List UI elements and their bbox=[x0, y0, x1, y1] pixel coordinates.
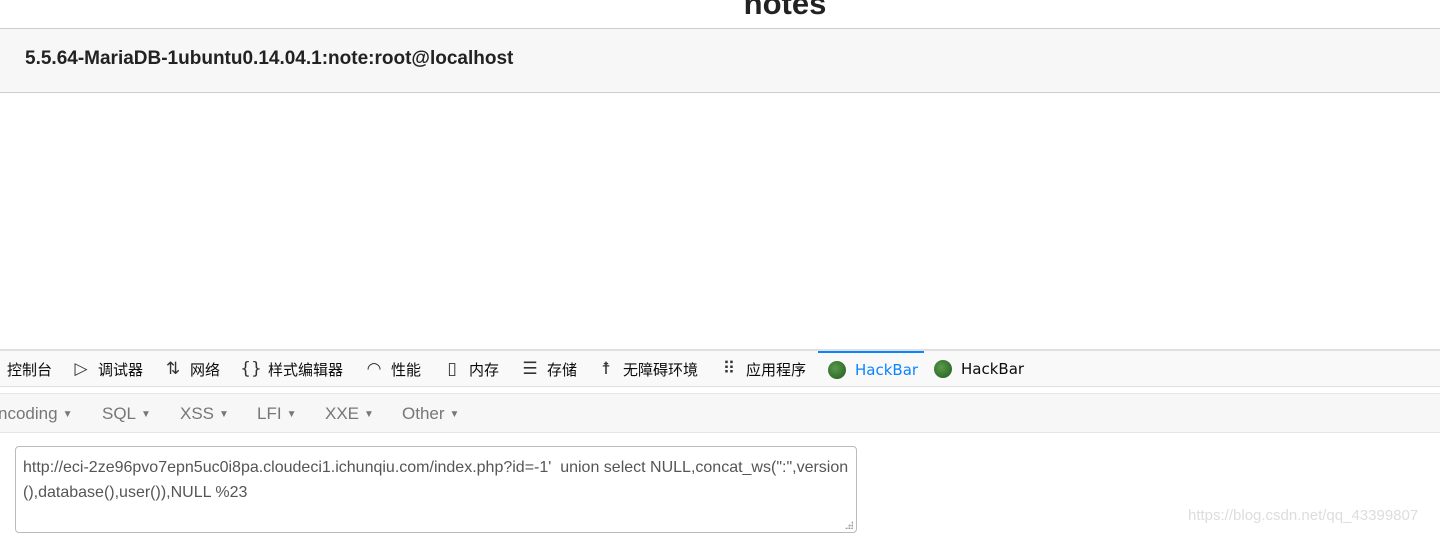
caret-down-icon: ▼ bbox=[449, 409, 460, 420]
tab-accessibility[interactable]: ☨ 无障碍环境 bbox=[595, 351, 698, 387]
result-panel: 5.5.64-MariaDB-1ubuntu0.14.04.1:note:roo… bbox=[0, 28, 1440, 93]
menu-label: LFI bbox=[257, 404, 282, 423]
menu-label: ncoding bbox=[0, 404, 58, 423]
tab-label: 内存 bbox=[469, 360, 500, 379]
accessibility-icon: ☨ bbox=[601, 359, 611, 379]
tab-storage[interactable]: ☰ 存储 bbox=[519, 351, 577, 387]
menu-xxe[interactable]: XXE ▼ bbox=[325, 404, 374, 424]
tab-hackbar-active[interactable]: HackBar bbox=[818, 351, 924, 387]
network-icon: ⇅ bbox=[165, 359, 181, 379]
hackbar-icon bbox=[934, 360, 952, 378]
query-result: 5.5.64-MariaDB-1ubuntu0.14.04.1:note:roo… bbox=[25, 48, 514, 69]
gauge-icon: ◠ bbox=[366, 359, 382, 379]
watermark: https://blog.csdn.net/qq_43399807 bbox=[1188, 507, 1419, 524]
menu-label: XXE bbox=[325, 404, 360, 423]
tab-label: 应用程序 bbox=[746, 360, 807, 379]
menu-sql[interactable]: SQL ▼ bbox=[102, 404, 151, 424]
tab-style-editor[interactable]: {} 样式编辑器 bbox=[240, 351, 343, 387]
hackbar-menubar: ncoding ▼ SQL ▼ XSS ▼ LFI ▼ XXE ▼ Other ▼ bbox=[0, 393, 1440, 433]
tab-label: HackBar bbox=[961, 360, 1025, 378]
url-text: http://eci-2ze96pvo7epn5uc0i8pa.cloudeci… bbox=[23, 459, 849, 501]
debugger-icon: ▷ bbox=[74, 359, 88, 379]
tab-label: 性能 bbox=[391, 360, 422, 379]
tab-label: 控制台 bbox=[7, 360, 53, 379]
caret-down-icon: ▼ bbox=[62, 409, 73, 420]
caret-down-icon: ▼ bbox=[219, 409, 229, 420]
tab-label: 网络 bbox=[190, 360, 221, 379]
menu-xss[interactable]: XSS ▼ bbox=[180, 404, 229, 424]
page-title: notes bbox=[743, 0, 827, 21]
tab-hackbar[interactable]: HackBar bbox=[934, 351, 1024, 387]
url-textarea[interactable]: http://eci-2ze96pvo7epn5uc0i8pa.cloudeci… bbox=[15, 446, 857, 533]
braces-icon: {} bbox=[240, 359, 262, 379]
devtools-tabbar: 控制台 ▷ 调试器 ⇅ 网络 {} 样式编辑器 ◠ 性能 ▯ 内存 ☰ 存储 ☨ 无障碍环境 … bbox=[0, 349, 1440, 387]
menu-label: SQL bbox=[102, 404, 137, 423]
menu-lfi[interactable]: LFI ▼ bbox=[257, 404, 296, 424]
menu-label: Other bbox=[402, 404, 445, 423]
menu-other[interactable]: Other ▼ bbox=[402, 404, 459, 424]
tab-debugger[interactable]: ▷ 调试器 bbox=[70, 351, 143, 387]
tab-performance[interactable]: ◠ 性能 bbox=[363, 351, 421, 387]
menu-label: XSS bbox=[180, 404, 215, 423]
tab-application[interactable]: ⠿ 应用程序 bbox=[718, 351, 806, 387]
caret-down-icon: ▼ bbox=[364, 409, 374, 420]
caret-down-icon: ▼ bbox=[141, 409, 151, 420]
tab-label: HackBar bbox=[855, 361, 919, 379]
menu-encoding[interactable]: ncoding ▼ bbox=[0, 404, 72, 424]
caret-down-icon: ▼ bbox=[286, 409, 297, 420]
tab-label: 调试器 bbox=[98, 360, 144, 379]
tab-memory[interactable]: ▯ 内存 bbox=[441, 351, 499, 387]
grid-icon: ⠿ bbox=[722, 359, 736, 379]
tab-network[interactable]: ⇅ 网络 bbox=[162, 351, 220, 387]
tab-console[interactable]: 控制台 bbox=[7, 351, 52, 387]
resize-grip-icon[interactable] bbox=[845, 521, 853, 529]
tab-label: 无障碍环境 bbox=[623, 360, 699, 379]
tab-label: 存储 bbox=[547, 360, 578, 379]
hackbar-icon bbox=[828, 361, 846, 379]
tab-label: 样式编辑器 bbox=[268, 360, 344, 379]
storage-icon: ☰ bbox=[522, 359, 538, 379]
memory-icon: ▯ bbox=[447, 359, 457, 379]
